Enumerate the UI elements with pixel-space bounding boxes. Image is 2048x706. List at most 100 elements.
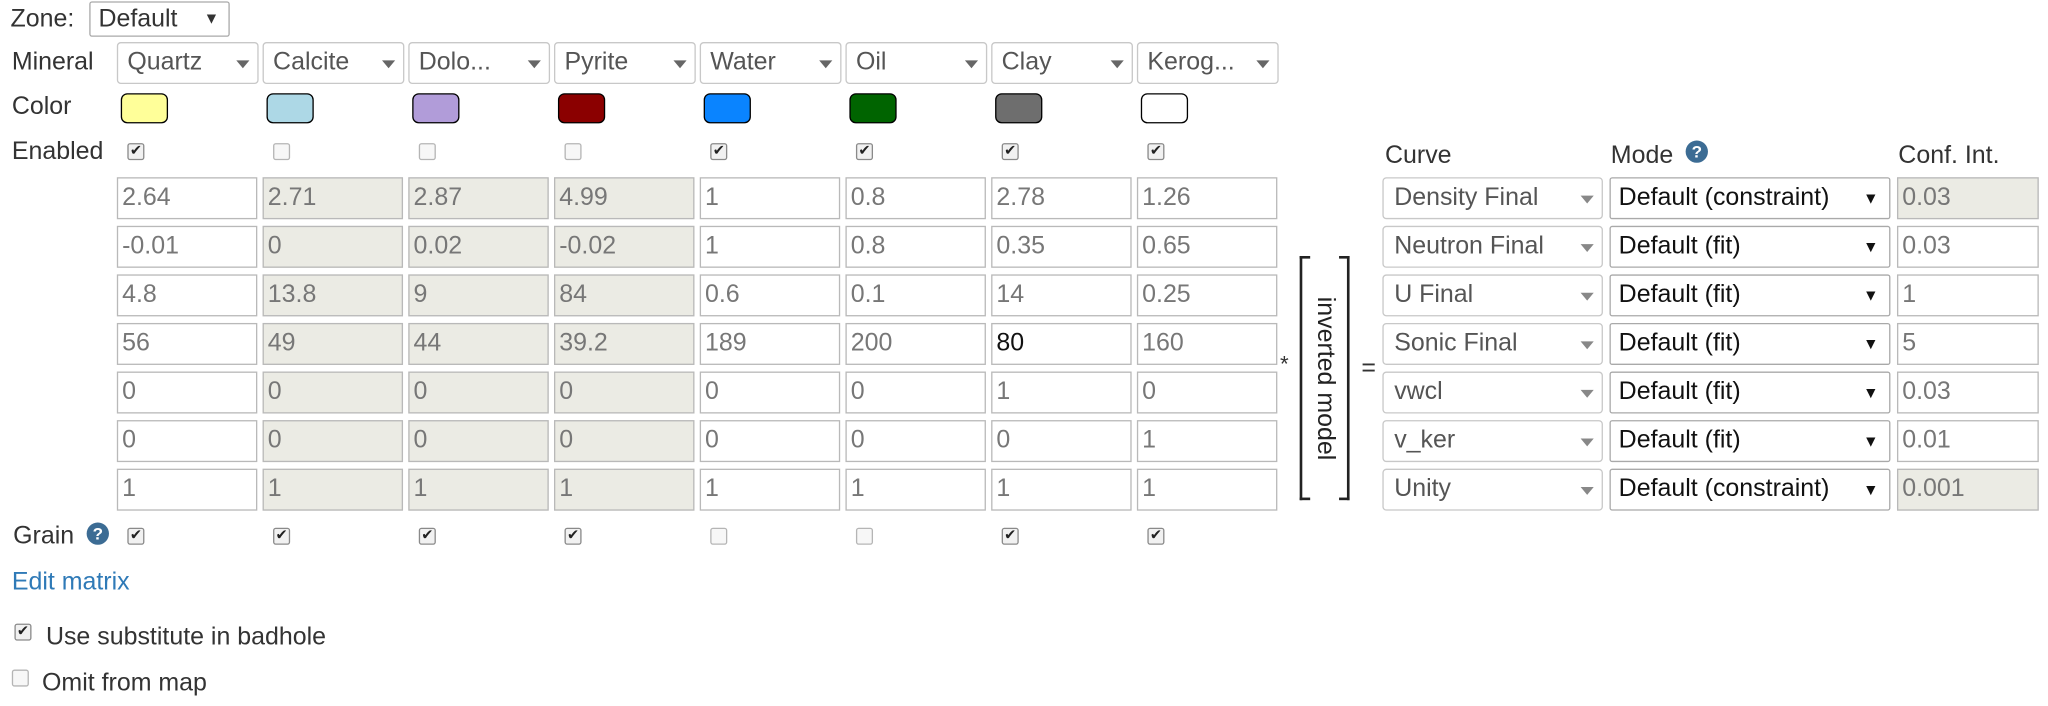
matrix-cell[interactable]: 1 bbox=[991, 371, 1132, 414]
matrix-cell[interactable]: 200 bbox=[845, 322, 986, 365]
enabled-checkbox-water[interactable]: ✔ bbox=[710, 143, 728, 161]
matrix-cell[interactable]: 0 bbox=[1136, 371, 1278, 414]
matrix-cell[interactable]: 0.65 bbox=[1136, 225, 1278, 268]
mineral-select-clay[interactable]: Clay bbox=[991, 42, 1133, 85]
matrix-cell[interactable]: 0 bbox=[116, 371, 258, 414]
curve-select[interactable]: Density Final bbox=[1382, 177, 1603, 220]
matrix-cell: 0 bbox=[262, 371, 404, 414]
matrix-cell[interactable]: 56 bbox=[116, 322, 258, 365]
conf-int-field[interactable]: 0.03 bbox=[1896, 225, 2039, 268]
matrix-cell[interactable]: 0 bbox=[116, 420, 258, 463]
color-swatch-clay[interactable] bbox=[995, 93, 1043, 124]
mode-select[interactable]: Default (fit) ▼ bbox=[1609, 322, 1891, 365]
matrix-cell[interactable]: 1 bbox=[991, 468, 1132, 511]
matrix-cell[interactable]: 0.1 bbox=[845, 274, 986, 317]
enabled-checkbox-dolomite[interactable] bbox=[418, 143, 436, 161]
grain-help-icon[interactable]: ? bbox=[86, 522, 109, 545]
color-swatch-kerogen[interactable] bbox=[1140, 93, 1189, 124]
mode-select[interactable]: Default (constraint) ▼ bbox=[1609, 468, 1891, 511]
matrix-cell[interactable]: 1.26 bbox=[1136, 177, 1278, 220]
model-bracket-right bbox=[1339, 255, 1350, 501]
matrix-cell[interactable]: 2.78 bbox=[991, 177, 1132, 220]
matrix-cell[interactable]: 1 bbox=[116, 468, 258, 511]
color-swatch-pyrite[interactable] bbox=[557, 93, 606, 124]
matrix-cell[interactable]: 1 bbox=[699, 468, 841, 511]
matrix-cell[interactable]: -0.01 bbox=[116, 225, 258, 268]
conf-int-field[interactable]: 5 bbox=[1896, 322, 2039, 365]
mineral-select-label: Pyrite bbox=[564, 48, 629, 77]
matrix-cell[interactable]: 0.8 bbox=[845, 177, 986, 220]
matrix-cell[interactable]: 0.6 bbox=[699, 274, 841, 317]
curve-select[interactable]: Sonic Final bbox=[1382, 322, 1603, 365]
conf-int-field[interactable]: 0.03 bbox=[1896, 371, 2039, 414]
matrix-cell[interactable]: 2.64 bbox=[116, 177, 258, 220]
matrix-cell[interactable]: 1 bbox=[699, 225, 841, 268]
curve-select[interactable]: Unity bbox=[1382, 468, 1603, 511]
matrix-cell[interactable]: 0 bbox=[699, 420, 841, 463]
curve-select[interactable]: vwcl bbox=[1382, 371, 1603, 414]
zone-select[interactable]: Default ▼ bbox=[89, 1, 230, 37]
mineral-select-dolomite[interactable]: Dolo... bbox=[408, 42, 551, 85]
mode-help-icon[interactable]: ? bbox=[1685, 140, 1708, 163]
matrix-cell[interactable]: 0 bbox=[991, 420, 1132, 463]
grain-checkbox-oil[interactable] bbox=[855, 527, 874, 545]
matrix-cell[interactable]: 80 bbox=[991, 322, 1132, 365]
matrix-cell[interactable]: 0 bbox=[699, 371, 841, 414]
mineral-select-water[interactable]: Water bbox=[699, 42, 842, 85]
enabled-checkbox-kerogen[interactable]: ✔ bbox=[1147, 143, 1165, 161]
curve-select[interactable]: Neutron Final bbox=[1382, 225, 1603, 268]
matrix-cell[interactable]: 160 bbox=[1136, 322, 1278, 365]
mineral-select-calcite[interactable]: Calcite bbox=[262, 42, 405, 85]
enabled-checkbox-calcite[interactable] bbox=[273, 143, 291, 161]
matrix-cell: 44 bbox=[408, 322, 549, 365]
grain-checkbox-dolomite[interactable]: ✔ bbox=[418, 527, 436, 545]
matrix-cell[interactable]: 0.35 bbox=[991, 225, 1132, 268]
matrix-cell[interactable]: 189 bbox=[699, 322, 841, 365]
grain-checkbox-water[interactable] bbox=[710, 527, 728, 545]
conf-int-field[interactable]: 0.01 bbox=[1896, 420, 2039, 463]
curve-select[interactable]: U Final bbox=[1382, 274, 1603, 317]
enabled-checkbox-oil[interactable]: ✔ bbox=[855, 143, 874, 161]
matrix-cell[interactable]: 1 bbox=[1136, 420, 1278, 463]
color-swatch-calcite[interactable] bbox=[266, 93, 314, 124]
mode-select-label: Default (fit) bbox=[1618, 378, 1741, 406]
dropdown-caret-icon bbox=[673, 60, 687, 69]
color-swatch-dolomite[interactable] bbox=[412, 93, 460, 124]
omit-from-map-checkbox[interactable] bbox=[11, 669, 29, 687]
use-substitute-checkbox[interactable]: ✔ bbox=[14, 623, 32, 641]
matrix-cell[interactable]: 0 bbox=[845, 420, 986, 463]
conf-int-field[interactable]: 1 bbox=[1896, 274, 2039, 317]
grain-checkbox-pyrite[interactable]: ✔ bbox=[564, 527, 582, 545]
matrix-cell[interactable]: 1 bbox=[1136, 468, 1278, 511]
curve-select[interactable]: v_ker bbox=[1382, 420, 1603, 463]
mode-select[interactable]: Default (constraint) ▼ bbox=[1609, 177, 1891, 220]
grain-checkbox-calcite[interactable]: ✔ bbox=[273, 527, 291, 545]
matrix-cell[interactable]: 1 bbox=[699, 177, 841, 220]
color-swatch-quartz[interactable] bbox=[120, 93, 169, 124]
mode-select[interactable]: Default (fit) ▼ bbox=[1609, 225, 1891, 268]
edit-matrix-link[interactable]: Edit matrix bbox=[12, 568, 130, 597]
grain-checkbox-quartz[interactable]: ✔ bbox=[127, 527, 145, 545]
mineral-select-oil[interactable]: Oil bbox=[845, 42, 988, 85]
matrix-cell[interactable]: 4.8 bbox=[116, 274, 258, 317]
enabled-checkbox-quartz[interactable]: ✔ bbox=[127, 143, 145, 161]
mineral-select-pyrite[interactable]: Pyrite bbox=[554, 42, 696, 85]
mineral-select-kerogen[interactable]: Kerog... bbox=[1136, 42, 1279, 85]
enabled-checkbox-pyrite[interactable] bbox=[564, 143, 582, 161]
matrix-cell[interactable]: 0.8 bbox=[845, 225, 986, 268]
matrix-cell[interactable]: 1 bbox=[845, 468, 986, 511]
color-swatch-water[interactable] bbox=[703, 93, 751, 124]
color-swatch-oil[interactable] bbox=[849, 93, 897, 124]
matrix-cell[interactable]: 0.25 bbox=[1136, 274, 1278, 317]
dropdown-caret-icon bbox=[819, 60, 833, 69]
matrix-cell[interactable]: 14 bbox=[991, 274, 1132, 317]
grain-checkbox-kerogen[interactable]: ✔ bbox=[1147, 527, 1165, 545]
matrix-cell[interactable]: 0 bbox=[845, 371, 986, 414]
mode-select[interactable]: Default (fit) ▼ bbox=[1609, 420, 1891, 463]
curve-select-label: Density Final bbox=[1394, 183, 1539, 212]
mineral-select-quartz[interactable]: Quartz bbox=[116, 42, 259, 85]
mode-select[interactable]: Default (fit) ▼ bbox=[1609, 371, 1891, 414]
mode-select[interactable]: Default (fit) ▼ bbox=[1609, 274, 1891, 317]
grain-checkbox-clay[interactable]: ✔ bbox=[1001, 527, 1019, 545]
enabled-checkbox-clay[interactable]: ✔ bbox=[1001, 143, 1019, 161]
